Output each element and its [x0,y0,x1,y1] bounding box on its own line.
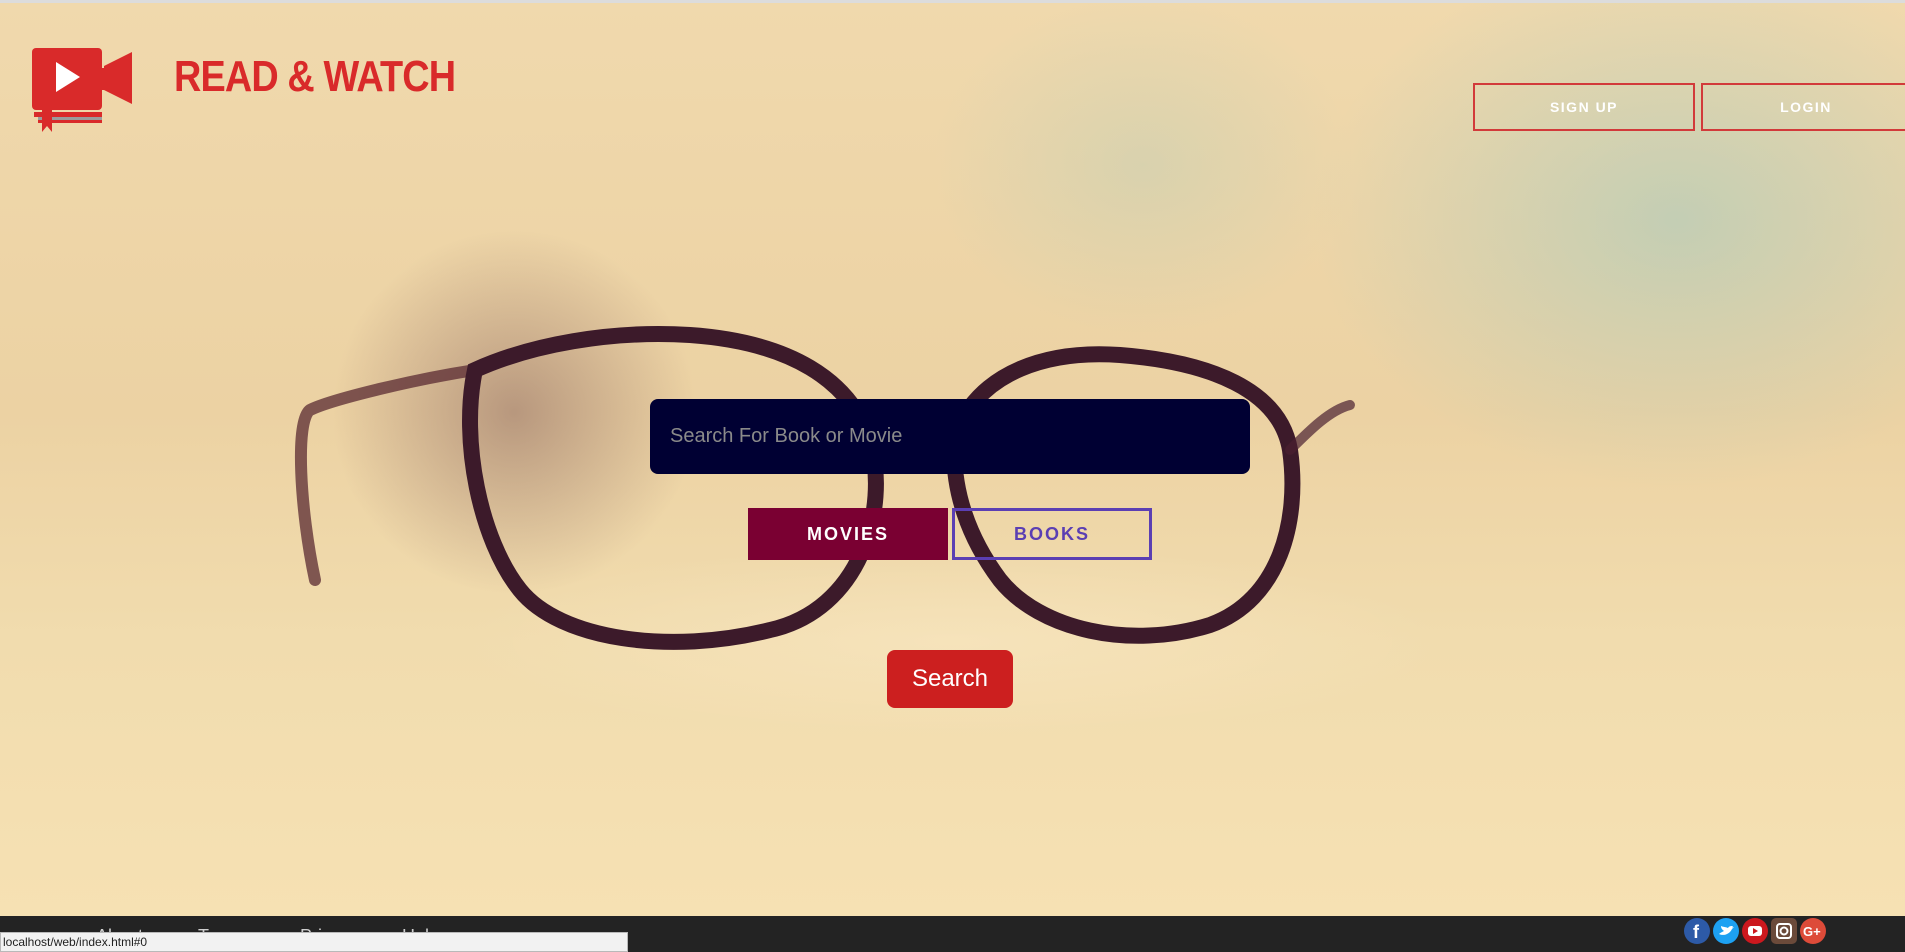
browser-status-url: localhost/web/index.html#0 [0,932,628,952]
logo-icon[interactable] [32,46,138,134]
glasses-background-image [294,326,1355,650]
brand-name[interactable]: READ & WATCH [174,52,456,102]
top-border [0,0,1905,3]
facebook-icon[interactable]: f [1684,918,1710,944]
login-button[interactable]: LOGIN [1701,83,1905,131]
movies-toggle-button[interactable]: MOVIES [748,508,948,560]
svg-text:f: f [1693,922,1700,942]
search-input[interactable] [650,399,1250,474]
svg-text:G+: G+ [1803,924,1821,939]
google-plus-icon[interactable]: G+ [1800,918,1826,944]
instagram-icon[interactable] [1771,918,1797,944]
signup-button[interactable]: SIGN UP [1473,83,1695,131]
books-toggle-button[interactable]: BOOKS [952,508,1152,560]
search-button[interactable]: Search [887,650,1013,708]
twitter-icon[interactable] [1713,918,1739,944]
youtube-icon[interactable] [1742,918,1768,944]
